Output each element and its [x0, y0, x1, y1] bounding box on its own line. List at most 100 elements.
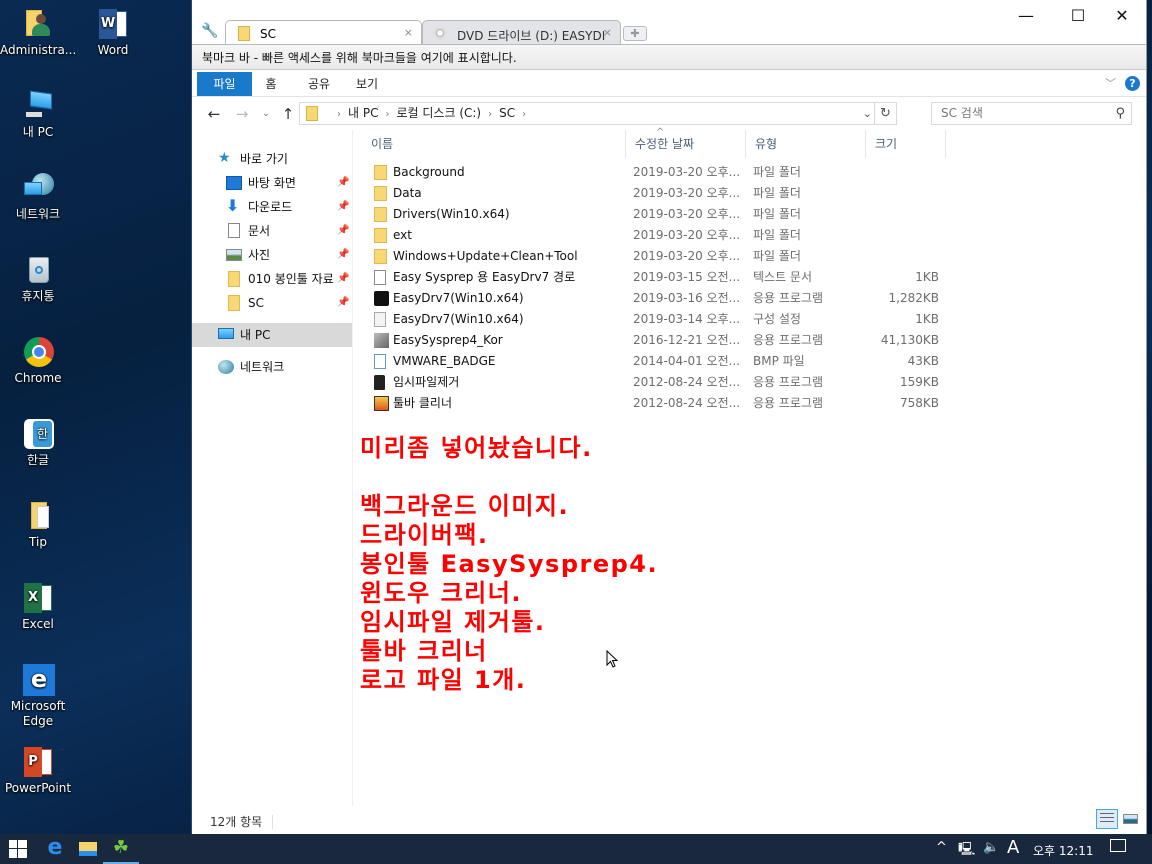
- word-icon: W: [97, 8, 129, 40]
- title-bar: — ☐ ✕ 🔧 SC × DVD 드라이브 (D:) EASYDI × ✚: [192, 0, 1146, 44]
- nav-item-desktop[interactable]: 바탕 화면 📌: [192, 171, 352, 195]
- file-row[interactable]: EasyDrv7(Win10.x64) 2019-03-16 오전... 응용 프로…: [366, 288, 946, 309]
- pin-icon[interactable]: 📌: [337, 219, 349, 243]
- file-row[interactable]: Easy Sysprep 용 EasyDrv7 경로 2019-03-15 오전.…: [366, 267, 946, 288]
- tab-close-icon[interactable]: ×: [404, 26, 413, 39]
- taskbar-file-explorer[interactable]: [70, 834, 106, 864]
- network-tray-icon[interactable]: 🖳: [958, 840, 975, 862]
- volume-icon[interactable]: 🔈: [983, 840, 999, 855]
- pin-icon[interactable]: 📌: [337, 195, 349, 219]
- navigation-pane: ★ 바로 가기 바탕 화면 📌 ⬇ 다운로드 📌 문서 📌 사진 📌 010 봉…: [192, 130, 353, 806]
- nav-item-010-folder[interactable]: 010 봉인툴 자료 📌: [192, 267, 352, 291]
- pin-icon[interactable]: 📌: [337, 171, 349, 195]
- tab-dvd-drive[interactable]: DVD 드라이브 (D:) EASYDI ×: [422, 20, 621, 44]
- desktop-icon-this-pc[interactable]: 내 PC: [0, 90, 76, 140]
- column-header-size[interactable]: 크기: [866, 130, 946, 158]
- desktop-icon-excel[interactable]: X Excel: [0, 582, 76, 632]
- file-row[interactable]: VMWARE_BADGE 2014-04-01 오전... BMP 파일 43KB: [366, 351, 946, 372]
- breadcrumb-this-pc[interactable]: 내 PC: [348, 106, 378, 120]
- chevron-right-icon[interactable]: ›: [488, 109, 492, 120]
- desktop-icon-hangul[interactable]: 한 한글: [0, 418, 76, 468]
- tab-sc[interactable]: SC ×: [225, 20, 422, 44]
- help-icon[interactable]: ?: [1125, 76, 1140, 91]
- file-row[interactable]: EasyDrv7(Win10.x64) 2019-03-14 오후... 구성 설정…: [366, 309, 946, 330]
- expand-ribbon-icon[interactable]: ﹀: [1105, 75, 1116, 91]
- file-row[interactable]: EasySysprep4_Kor 2016-12-21 오전... 응용 프로그램 4…: [366, 330, 946, 351]
- desktop-icon-edge[interactable]: e Microsoft Edge: [0, 664, 76, 729]
- new-tab-button[interactable]: ✚: [623, 26, 647, 41]
- file-size: 41,130KB: [880, 333, 939, 347]
- wrench-icon[interactable]: 🔧: [201, 23, 218, 39]
- nav-label: 바로 가기: [240, 152, 288, 166]
- chevron-right-icon[interactable]: ›: [337, 109, 341, 120]
- breadcrumb-local-disk[interactable]: 로컬 디스크 (C:): [396, 106, 481, 120]
- nav-this-pc[interactable]: 내 PC: [192, 323, 352, 347]
- column-header-type[interactable]: 유형: [746, 130, 866, 158]
- search-input[interactable]: SC 검색 ⚲: [931, 102, 1132, 125]
- desktop-icon-word[interactable]: W Word: [75, 8, 151, 58]
- file-row[interactable]: 툴바 클리너 2012-08-24 오전... 응용 프로그램 758KB: [366, 393, 946, 414]
- tab-close-icon[interactable]: ×: [603, 26, 612, 39]
- breadcrumb-sc[interactable]: SC: [499, 106, 515, 120]
- nav-item-downloads[interactable]: ⬇ 다운로드 📌: [192, 195, 352, 219]
- back-button[interactable]: ←: [204, 104, 224, 124]
- taskbar-clover[interactable]: ☘: [103, 834, 139, 864]
- item-count: 12개 항목: [210, 815, 263, 829]
- folder-icon: [22, 500, 54, 532]
- file-row[interactable]: Data 2019-03-20 오후... 파일 폴더: [366, 183, 946, 204]
- nav-quick-access[interactable]: ★ 바로 가기: [192, 147, 352, 171]
- ribbon-tab-file[interactable]: 파일: [197, 72, 252, 96]
- document-icon: [228, 223, 240, 238]
- desktop-icon-label: Chrome: [14, 371, 62, 385]
- refresh-button[interactable]: ↻: [874, 103, 896, 124]
- pin-icon[interactable]: 📌: [337, 243, 349, 267]
- start-button[interactable]: [0, 834, 36, 864]
- nav-network[interactable]: 네트워크: [192, 355, 352, 379]
- file-date: 2019-03-16 오전...: [633, 291, 741, 305]
- column-header-name[interactable]: 이름: [362, 130, 626, 158]
- forward-button[interactable]: →: [232, 104, 252, 124]
- chevron-right-icon[interactable]: ›: [522, 109, 526, 120]
- clock[interactable]: 오후 12:11: [1033, 842, 1093, 859]
- address-dropdown-icon[interactable]: ⌄: [863, 103, 872, 124]
- desktop-icon-administrator[interactable]: Administra...: [0, 8, 76, 58]
- tab-label: DVD 드라이브 (D:) EASYDI: [457, 29, 606, 43]
- file-name: Data: [393, 186, 422, 200]
- details-view-button[interactable]: [1096, 809, 1118, 829]
- pin-icon[interactable]: 📌: [337, 291, 349, 315]
- file-row[interactable]: ext 2019-03-20 오후... 파일 폴더: [366, 225, 946, 246]
- desktop-icon-tip[interactable]: Tip: [0, 500, 76, 550]
- ime-indicator[interactable]: A: [1007, 837, 1019, 858]
- desktop-icon-network[interactable]: 네트워크: [0, 172, 76, 222]
- file-row[interactable]: Background 2019-03-20 오후... 파일 폴더: [366, 162, 946, 183]
- file-name: ext: [393, 228, 412, 242]
- file-row[interactable]: Drivers(Win10.x64) 2019-03-20 오후... 파일 폴더: [366, 204, 946, 225]
- nav-item-sc[interactable]: SC 📌: [192, 291, 352, 315]
- powerpoint-icon: P: [22, 746, 54, 778]
- pin-icon[interactable]: 📌: [337, 267, 349, 291]
- taskbar-edge[interactable]: e: [37, 834, 73, 864]
- ribbon-tab-home[interactable]: 홈: [256, 72, 286, 96]
- search-icon[interactable]: ⚲: [1115, 103, 1125, 124]
- large-icons-view-button[interactable]: [1120, 809, 1142, 829]
- chevron-right-icon[interactable]: ›: [385, 109, 389, 120]
- file-date: 2019-03-20 오후...: [633, 228, 741, 242]
- desktop-icon-recycle-bin[interactable]: 휴지통: [0, 254, 76, 304]
- file-row[interactable]: 임시파일제거 2012-08-24 오전... 응용 프로그램 159KB: [366, 372, 946, 393]
- file-row[interactable]: Windows+Update+Clean+Tool 2019-03-20 오후..…: [366, 246, 946, 267]
- up-button[interactable]: ↑: [278, 104, 298, 124]
- file-type: BMP 파일: [753, 354, 805, 368]
- nav-item-documents[interactable]: 문서 📌: [192, 219, 352, 243]
- action-center-icon[interactable]: [1110, 839, 1126, 856]
- address-bar[interactable]: › 내 PC › 로컬 디스크 (C:) › SC › ⌄ ↻: [299, 102, 897, 125]
- desktop-icon-powerpoint[interactable]: P PowerPoint: [0, 746, 76, 796]
- network-icon: [22, 172, 54, 204]
- ribbon-tab-share[interactable]: 공유: [302, 72, 336, 96]
- recent-locations-button[interactable]: ⌄: [256, 104, 276, 124]
- column-header-date[interactable]: 수정한 날짜: [626, 130, 746, 158]
- desktop-icon-chrome[interactable]: Chrome: [0, 336, 76, 386]
- nav-item-pictures[interactable]: 사진 📌: [192, 243, 352, 267]
- tray-chevron-icon[interactable]: ^: [936, 840, 947, 855]
- file-date: 2012-08-24 오전...: [633, 396, 741, 410]
- ribbon-tab-view[interactable]: 보기: [352, 72, 382, 96]
